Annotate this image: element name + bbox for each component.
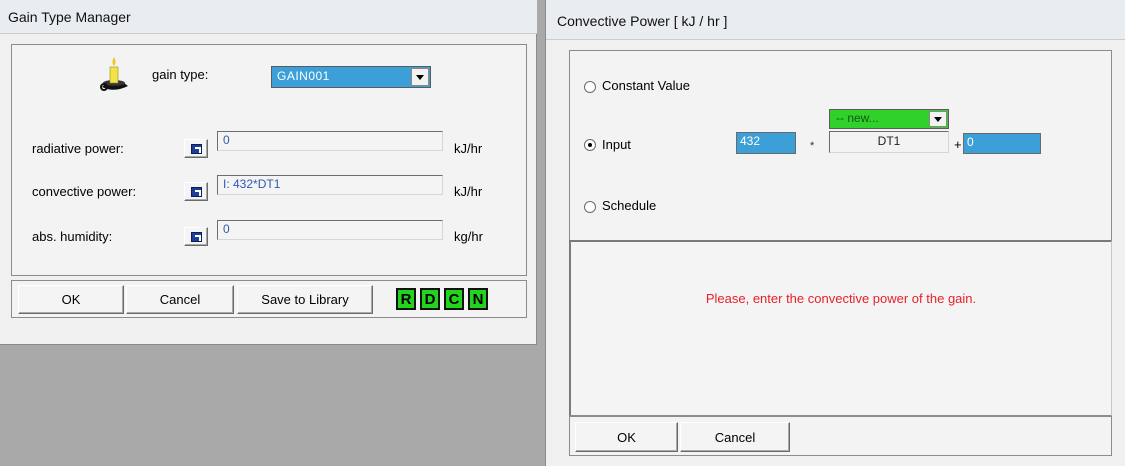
convective-power-label: convective power: [32, 184, 137, 199]
cancel-button[interactable]: Cancel [126, 285, 234, 314]
convective-power-window: Convective Power [ kJ / hr ] Constant Va… [545, 0, 1125, 466]
n-button[interactable]: N [468, 288, 488, 310]
hint-message: Please, enter the convective power of th… [705, 291, 977, 306]
schedule-radio[interactable] [584, 201, 596, 213]
ok-button[interactable]: OK [18, 285, 124, 314]
convective-power-unit: kJ/hr [454, 184, 483, 199]
abs-humidity-label: abs. humidity: [32, 229, 113, 244]
input-radio[interactable] [584, 139, 596, 151]
radiative-power-unit: kJ/hr [454, 141, 483, 156]
gain-type-select[interactable]: GAIN001 [271, 66, 431, 88]
variable-name-field[interactable]: DT1 [829, 131, 949, 153]
abs-humidity-edit-button[interactable] [184, 227, 208, 246]
r-button[interactable]: R [396, 288, 416, 310]
d-button[interactable]: D [420, 288, 440, 310]
radiative-power-label: radiative power: [32, 141, 124, 156]
gain-type-manager-window: Gain Type Manager gain type: GAIN001 rad… [0, 0, 537, 345]
plus-sign: + [954, 137, 962, 152]
title-bar: Convective Power [ kJ / hr ] [546, 0, 1125, 40]
candle-icon [100, 57, 128, 91]
edit-icon [190, 186, 202, 197]
radiative-power-edit-button[interactable] [184, 139, 208, 158]
message-panel: Please, enter the convective power of th… [569, 240, 1112, 416]
chevron-down-icon[interactable] [929, 111, 947, 127]
factor-field[interactable]: 432 [736, 132, 796, 154]
variable-select[interactable]: -- new... [829, 109, 949, 129]
gain-type-label: gain type: [152, 67, 209, 82]
title-bar: Gain Type Manager [0, 0, 537, 34]
button-bar: OK Cancel [569, 416, 1112, 456]
convective-power-field[interactable]: I: 432*DT1 [217, 175, 443, 195]
window-title: Gain Type Manager [8, 9, 131, 25]
c-button[interactable]: C [444, 288, 464, 310]
multiply-sign: * [810, 140, 815, 152]
edit-icon [190, 143, 202, 154]
constant-value-label: Constant Value [602, 78, 690, 93]
constant-value-radio[interactable] [584, 81, 596, 93]
ok-button[interactable]: OK [575, 422, 678, 452]
source-options-panel: Constant Value Input 432 * -- new... DT1… [569, 50, 1112, 240]
edit-icon [190, 231, 202, 242]
gain-properties-panel: gain type: GAIN001 radiative power: 0 kJ… [11, 44, 527, 276]
window-title: Convective Power [ kJ / hr ] [557, 13, 728, 29]
save-to-library-button[interactable]: Save to Library [237, 285, 373, 314]
convective-power-edit-button[interactable] [184, 182, 208, 201]
chevron-down-icon[interactable] [411, 68, 429, 86]
abs-humidity-field[interactable]: 0 [217, 220, 443, 240]
cancel-button[interactable]: Cancel [680, 422, 790, 452]
input-label: Input [602, 137, 631, 152]
radiative-power-field[interactable]: 0 [217, 131, 443, 151]
button-bar: OK Cancel Save to Library R D C N [11, 280, 527, 318]
schedule-label: Schedule [602, 198, 657, 213]
abs-humidity-unit: kg/hr [454, 229, 483, 244]
offset-field[interactable]: 0 [963, 133, 1041, 154]
